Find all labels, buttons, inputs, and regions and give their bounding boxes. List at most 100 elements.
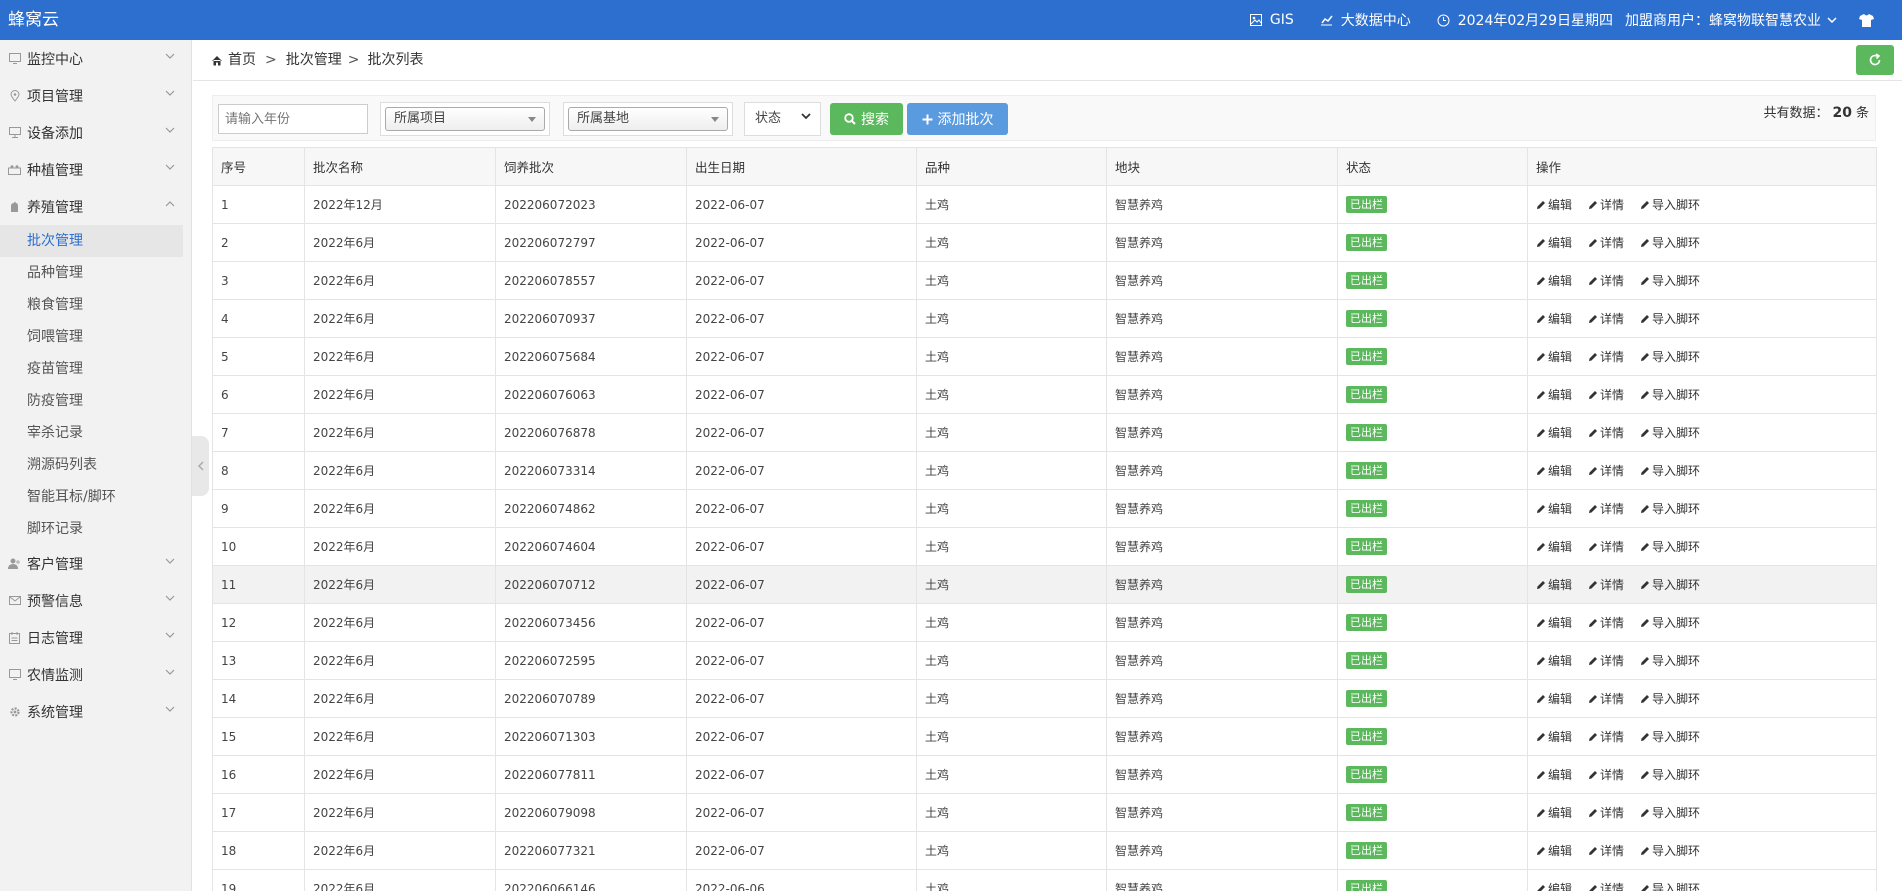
import-footring-button[interactable]: 导入脚环 [1640,348,1700,365]
sidebar-subitem-vaccine[interactable]: 疫苗管理 [0,353,191,385]
import-footring-button[interactable]: 导入脚环 [1640,538,1700,555]
detail-button[interactable]: 详情 [1588,766,1624,783]
import-footring-button[interactable]: 导入脚环 [1640,500,1700,517]
gis-link[interactable]: GIS [1249,12,1294,28]
edit-button[interactable]: 编辑 [1536,348,1572,365]
sidebar-collapse-toggle[interactable] [192,436,209,496]
edit-button[interactable]: 编辑 [1536,500,1572,517]
edit-button[interactable]: 编辑 [1536,310,1572,327]
sidebar-item-log[interactable]: 日志管理 [0,619,191,656]
year-input[interactable] [218,104,368,134]
import-footring-button[interactable]: 导入脚环 [1640,652,1700,669]
total-prefix: 共有数据： [1763,106,1829,121]
shirt-icon [1859,13,1874,27]
table-row: 7 2022年6月 202206076878 2022-06-07 土鸡 智慧养鸡 已出栏 编… [212,413,1877,452]
breadcrumb-home[interactable]: 首页 [228,40,256,81]
status-select[interactable]: 状态 [744,102,821,136]
detail-button[interactable]: 详情 [1588,728,1624,745]
detail-button[interactable]: 详情 [1588,804,1624,821]
sidebar-item-planting[interactable]: 种植管理 [0,151,191,188]
import-footring-button[interactable]: 导入脚环 [1640,614,1700,631]
edit-button[interactable]: 编辑 [1536,234,1572,251]
import-footring-button[interactable]: 导入脚环 [1640,234,1700,251]
bigdata-link[interactable]: 大数据中心 [1320,10,1411,30]
edit-button[interactable]: 编辑 [1536,386,1572,403]
sidebar-subitem-epidemic[interactable]: 防疫管理 [0,385,191,417]
breadcrumb-level1[interactable]: 批次管理 [286,40,342,81]
detail-button[interactable]: 详情 [1588,500,1624,517]
detail-button[interactable]: 详情 [1588,348,1624,365]
edit-button[interactable]: 编辑 [1536,462,1572,479]
sidebar-subitem-slaughter[interactable]: 宰杀记录 [0,417,191,449]
edit-button[interactable]: 编辑 [1536,804,1572,821]
import-footring-button[interactable]: 导入脚环 [1640,386,1700,403]
sidebar-item-agri-monitor[interactable]: 农情监测 [0,656,191,693]
import-footring-button[interactable]: 导入脚环 [1640,310,1700,327]
detail-button[interactable]: 详情 [1588,614,1624,631]
edit-button[interactable]: 编辑 [1536,690,1572,707]
detail-button[interactable]: 详情 [1588,386,1624,403]
detail-button[interactable]: 详情 [1588,576,1624,593]
edit-button[interactable]: 编辑 [1536,614,1572,631]
import-footring-button[interactable]: 导入脚环 [1640,196,1700,213]
cell-plot: 智慧养鸡 [1106,413,1338,452]
sidebar-subitem-feeding[interactable]: 饲喂管理 [0,321,191,353]
detail-button[interactable]: 详情 [1588,880,1624,891]
edit-button[interactable]: 编辑 [1536,272,1572,289]
detail-button[interactable]: 详情 [1588,196,1624,213]
detail-button[interactable]: 详情 [1588,310,1624,327]
search-button[interactable]: 搜索 [830,103,903,135]
edit-button[interactable]: 编辑 [1536,728,1572,745]
sidebar-subitem-batch[interactable]: 批次管理 [0,225,183,257]
sidebar-item-warning[interactable]: 预警信息 [0,582,191,619]
import-footring-button[interactable]: 导入脚环 [1640,766,1700,783]
add-batch-button[interactable]: 添加批次 [907,103,1008,135]
sidebar-subitem-trace-code[interactable]: 溯源码列表 [0,449,191,481]
import-footring-button[interactable]: 导入脚环 [1640,576,1700,593]
edit-button[interactable]: 编辑 [1536,576,1572,593]
pencil-icon [1589,846,1598,855]
sidebar-subitem-footring[interactable]: 脚环记录 [0,513,191,545]
detail-button[interactable]: 详情 [1588,462,1624,479]
sidebar-item-system[interactable]: 系统管理 [0,693,191,730]
edit-button[interactable]: 编辑 [1536,538,1572,555]
sidebar-item-device[interactable]: 设备添加 [0,114,191,151]
sidebar-subitem-breed[interactable]: 品种管理 [0,257,191,289]
theme-button[interactable] [1859,13,1882,27]
detail-button[interactable]: 详情 [1588,538,1624,555]
sidebar-item-monitor[interactable]: 监控中心 [0,40,191,77]
base-select[interactable]: 所属基地 [568,107,728,131]
detail-button[interactable]: 详情 [1588,272,1624,289]
import-footring-button[interactable]: 导入脚环 [1640,842,1700,859]
detail-button[interactable]: 详情 [1588,690,1624,707]
edit-button[interactable]: 编辑 [1536,880,1572,891]
edit-button[interactable]: 编辑 [1536,196,1572,213]
project-select[interactable]: 所属项目 [385,107,545,131]
brand-name[interactable]: 蜂窝云 [8,0,59,40]
import-footring-button[interactable]: 导入脚环 [1640,804,1700,821]
edit-button[interactable]: 编辑 [1536,766,1572,783]
import-footring-button[interactable]: 导入脚环 [1640,690,1700,707]
sidebar-item-breeding[interactable]: 养殖管理 [0,188,191,225]
sidebar-subitem-eartag[interactable]: 智能耳标/脚环 [0,481,191,513]
edit-button[interactable]: 编辑 [1536,842,1572,859]
edit-button[interactable]: 编辑 [1536,424,1572,441]
import-footring-button[interactable]: 导入脚环 [1640,272,1700,289]
refresh-button[interactable] [1856,45,1894,75]
detail-button[interactable]: 详情 [1588,842,1624,859]
import-footring-button[interactable]: 导入脚环 [1640,880,1700,891]
action-label: 编辑 [1548,236,1573,250]
detail-button[interactable]: 详情 [1588,234,1624,251]
detail-button[interactable]: 详情 [1588,652,1624,669]
action-label: 编辑 [1548,578,1573,592]
edit-button[interactable]: 编辑 [1536,652,1572,669]
import-footring-button[interactable]: 导入脚环 [1640,462,1700,479]
sidebar-subitem-grain[interactable]: 粮食管理 [0,289,191,321]
cell-status: 已出栏 [1337,869,1528,891]
sidebar-item-project[interactable]: 项目管理 [0,77,191,114]
user-menu[interactable]: 加盟商用户：蜂窝物联智慧农业 [1625,10,1837,30]
import-footring-button[interactable]: 导入脚环 [1640,424,1700,441]
sidebar-item-customer[interactable]: 客户管理 [0,545,191,582]
import-footring-button[interactable]: 导入脚环 [1640,728,1700,745]
detail-button[interactable]: 详情 [1588,424,1624,441]
